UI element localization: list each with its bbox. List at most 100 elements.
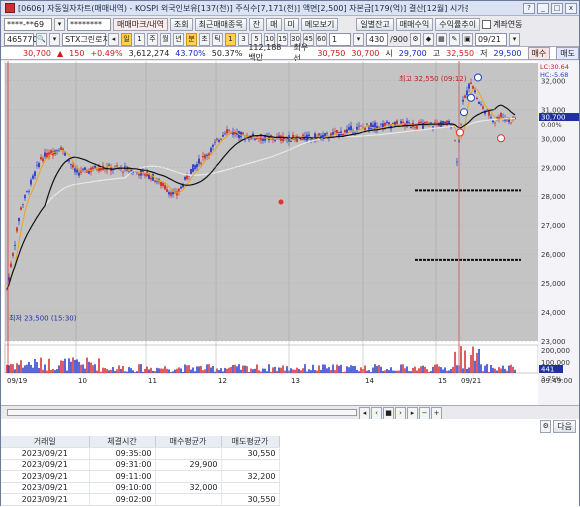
memo-button[interactable]: 메모보기 [300,18,339,31]
candle-body [154,180,156,182]
volume-bar [264,368,266,373]
interval-1[interactable]: 1 [225,32,236,46]
next-button[interactable]: 다음 [553,420,576,433]
table-row[interactable]: 2023/09/21 09:31:00 29,900 [1,459,280,471]
settings-icon[interactable]: ⚙ [409,32,421,46]
sell-button[interactable]: 매도 [556,46,579,60]
volume-bar [294,369,296,373]
trade-marker[interactable] [474,73,482,82]
volume-bar [172,371,174,373]
volume-bar [424,366,426,373]
window: [0606] 자동일자차트(매매내역) - KOSPI 외국인보유[137(천)… [0,0,580,507]
maximize-button[interactable]: □ [551,3,563,14]
date-tick-label: 10 [78,377,87,385]
trade-profit-button[interactable]: 매매수익 [395,18,434,31]
volume-bar [464,350,466,373]
price-chart[interactable]: 32,00031,00030,00029,00028,00027,00026,0… [1,61,579,405]
candle-body [348,127,350,130]
period-day-count[interactable]: 1 [134,32,145,46]
stock-code-input[interactable]: 465770 [4,32,38,46]
table-row[interactable]: 2023/09/21 09:35:00 30,550 [1,447,280,460]
hc-label: HC:-5.68 [540,71,568,79]
volume-bar [366,370,368,373]
period-year[interactable]: 년 [173,32,184,46]
jan-button[interactable]: 잔 [248,18,265,31]
code-menu-icon[interactable]: ▾ [49,32,60,46]
minimize-button[interactable]: _ [537,3,549,14]
profit-trend-button[interactable]: 수익률추이 [435,18,481,31]
volume-bar [250,368,252,373]
count-dropdown-icon[interactable]: ▾ [353,32,364,46]
volume-bar [106,368,108,373]
volume-bar [176,368,178,373]
code-search-icon[interactable]: 🔍 [36,32,47,46]
volume-bar [50,369,52,373]
candle-body [384,122,386,127]
volume-bar [234,364,236,373]
date-input[interactable]: 09/21 [474,32,507,46]
candle-body [432,126,434,128]
buy-button[interactable]: 매수 [527,46,551,60]
cell-sell-avg: 32,200 [221,470,280,483]
period-month[interactable]: 월 [160,32,171,46]
trade-marker[interactable] [456,128,464,137]
volume-tick-label: 200,000 [541,347,570,355]
candle-body [488,111,490,116]
mae-button[interactable]: 매 [266,18,282,31]
volume-bar [100,371,102,373]
daily-balance-button[interactable]: 일별잔고 [356,18,394,31]
count-input[interactable]: 1 [329,32,351,46]
range-input[interactable]: 430 [366,32,388,46]
volume-bar [14,369,16,373]
cell-time: 09:02:00 [89,493,156,506]
volume-bar [384,370,386,373]
volume-bar [322,364,324,373]
period-tick[interactable]: 틱 [212,32,223,46]
prev-icon[interactable]: ◂ [108,32,119,46]
account-input[interactable]: ****-**69 [4,18,52,31]
quote-bar: 30,700 ▲ 150 +0.49% 3,612,274 43.70% 50.… [1,43,579,63]
volume-bar [160,368,162,373]
table-row[interactable]: 2023/09/21 09:11:00 32,200 [1,470,280,483]
volume-bar [394,370,396,373]
col-sell-avg[interactable]: 매도평균가 [221,436,280,448]
chart-area[interactable]: 32,000 31,000 30,000 29,000 28,000 27,000 26,0… [1,61,579,405]
trade-mark-button[interactable]: 매매마크/내역 [113,18,168,31]
indicator-icon[interactable]: ▦ [435,32,447,46]
help-button[interactable]: ? [523,3,535,14]
col-buy-avg[interactable]: 매수평균가 [155,436,222,448]
ruler-icon[interactable]: ✎ [448,32,460,46]
mi-button[interactable]: 미 [283,18,299,31]
volume-bar [370,371,372,373]
fill-icon[interactable]: ◆ [422,32,434,46]
volume-bar [248,371,250,373]
table-row[interactable]: 2023/09/21 09:10:00 32,000 [1,482,280,494]
interval-60[interactable]: 60 [316,32,327,46]
trade-marker[interactable] [460,108,468,117]
calendar-icon[interactable]: ▣ [461,32,473,46]
sync-checkbox[interactable] [482,20,492,29]
recent-trades-button[interactable]: 최근매매종목 [194,18,247,31]
period-second[interactable]: 초 [199,32,210,46]
volume-bar [180,368,182,373]
period-minute[interactable]: 분 [186,32,197,46]
candle-body [36,164,38,166]
close-button[interactable]: x [565,3,577,14]
col-date[interactable]: 거래일 [1,436,90,448]
account-dropdown-icon[interactable]: ▾ [54,18,65,31]
volume-bar [494,368,496,373]
col-time[interactable]: 체결시간 [89,436,156,448]
table-row[interactable]: 2023/09/21 09:02:00 30,550 [1,493,280,506]
password-input[interactable]: ******** [67,18,111,31]
candle-body [466,90,468,95]
panel-settings-icon[interactable]: ⚙ [540,420,552,433]
period-day[interactable]: 일 [121,32,132,46]
trade-marker[interactable] [467,93,475,102]
period-week[interactable]: 주 [147,32,158,46]
chart-scrollbar[interactable] [7,409,357,416]
date-dropdown-icon[interactable]: ▾ [508,32,520,46]
candle-body [24,195,26,199]
lookup-button[interactable]: 조회 [169,18,193,31]
volume-bar [432,366,434,373]
toolbar-account: ****-**69 ▾ ******** 매매마크/내역 조회 최근매매종목 잔… [1,17,579,32]
